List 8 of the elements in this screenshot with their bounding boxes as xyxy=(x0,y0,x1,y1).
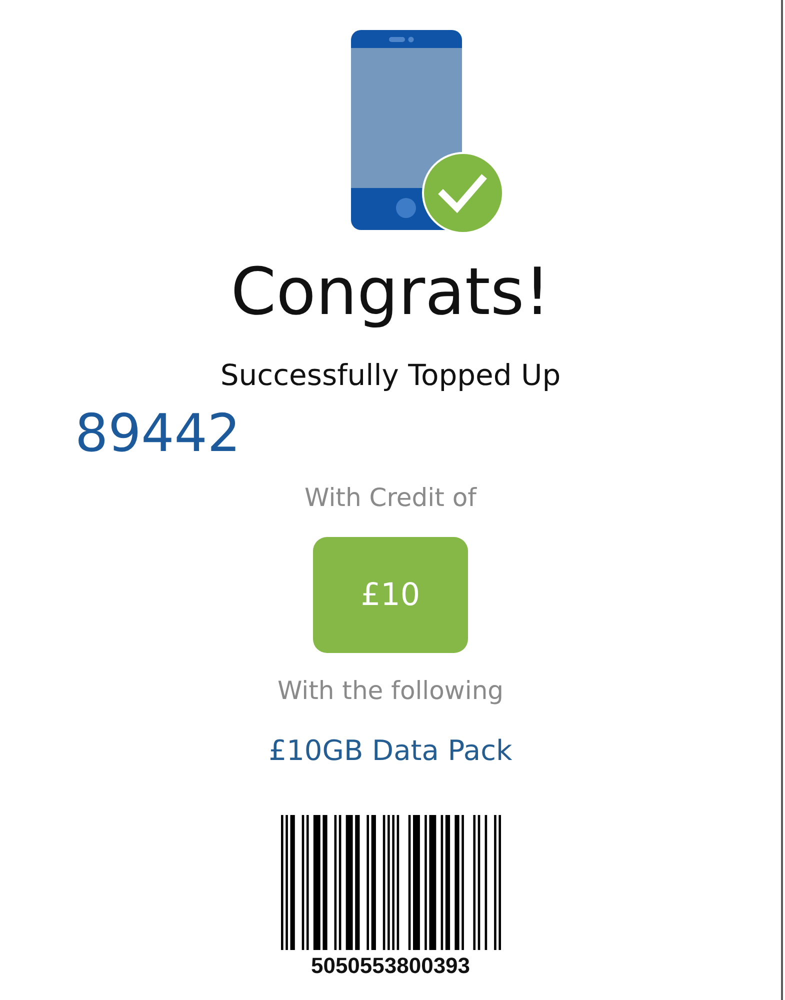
bundle-name: £10GB Data Pack xyxy=(268,734,512,768)
topped-up-number: 89442 xyxy=(75,404,240,464)
credit-amount-badge: £10 xyxy=(313,537,468,653)
title: Congrats! xyxy=(230,255,550,331)
barcode-number: 5050553800393 xyxy=(310,953,470,979)
subtitle: Successfully Topped Up xyxy=(220,357,561,393)
credit-label: With Credit of xyxy=(304,483,476,513)
bundle-label: With the following xyxy=(277,676,504,706)
